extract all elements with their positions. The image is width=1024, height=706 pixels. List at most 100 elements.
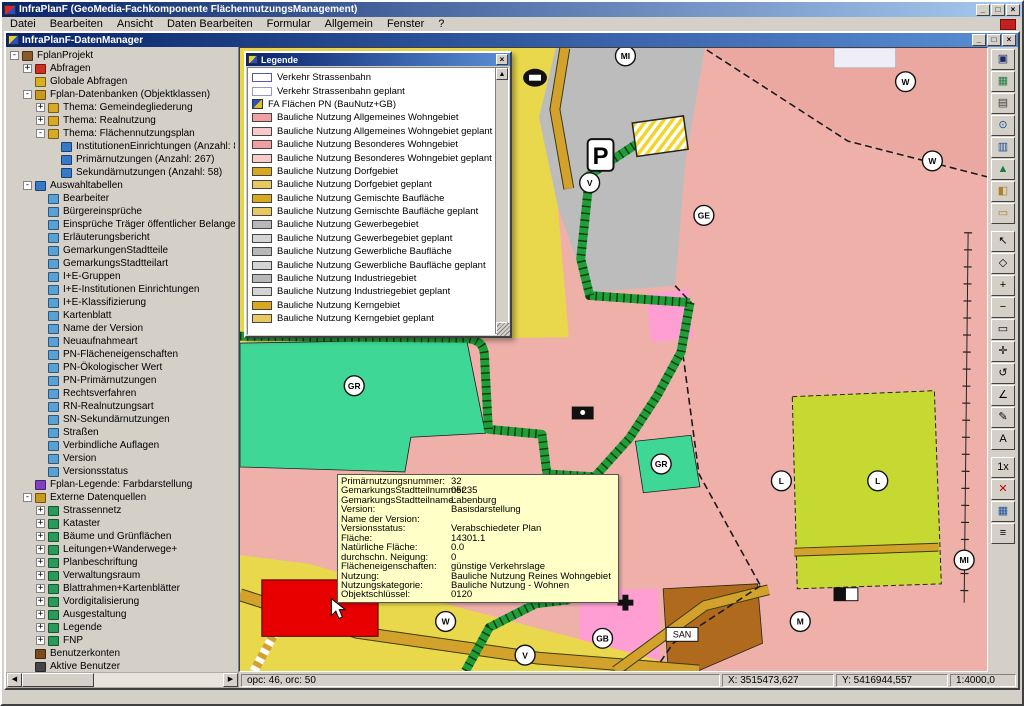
expand-icon[interactable]: + — [36, 103, 45, 112]
grid-icon[interactable]: ▦ — [991, 501, 1015, 522]
menu-item[interactable]: Allgemein — [318, 18, 380, 30]
tree-item[interactable]: +Benutzerkonten — [8, 647, 235, 660]
legend-entry[interactable]: Bauliche Nutzung Industriegebiet — [252, 272, 493, 285]
tree-item[interactable]: +Einsprüche Träger öffentlicher Belange — [8, 218, 235, 231]
tree-item[interactable]: +Rechtsverfahren — [8, 387, 235, 400]
tree-item[interactable]: +PN-Flächeneigenschaften — [8, 348, 235, 361]
expand-icon[interactable]: + — [36, 571, 45, 580]
select-arrow-icon[interactable]: ↖ — [991, 231, 1015, 252]
tree-item[interactable]: +I+E-Institutionen Einrichtungen — [8, 283, 235, 296]
expand-icon[interactable]: + — [36, 545, 45, 554]
legend-entry[interactable]: Bauliche Nutzung Gewerbliche Baufläche g… — [252, 258, 493, 271]
expand-icon[interactable]: + — [36, 558, 45, 567]
collapse-icon[interactable]: - — [10, 51, 19, 60]
menu-item[interactable]: Bearbeiten — [43, 18, 110, 30]
tree-item[interactable]: +Vordigitalisierung — [8, 595, 235, 608]
tree-item[interactable]: +Strassennetz — [8, 504, 235, 517]
tree-item[interactable]: +Verwaltungsraum — [8, 569, 235, 582]
tree-item[interactable]: +Thema: Gemeindegliederung — [8, 101, 235, 114]
tree-item[interactable]: +Blattrahmen+Kartenblätter — [8, 582, 235, 595]
scrollbar-thumb[interactable] — [22, 673, 94, 687]
legend-entry[interactable]: Bauliche Nutzung Industriegebiet geplant — [252, 285, 493, 298]
tree-item[interactable]: -Auswahltabellen — [8, 179, 235, 192]
tree-item[interactable]: +Erläuterungsbericht — [8, 231, 235, 244]
legend-entry[interactable]: Verkehr Strassenbahn — [252, 71, 493, 84]
tree-item[interactable]: +RN-Realnutzungsart — [8, 400, 235, 413]
tree-item[interactable]: +InstitutionenEinrichtungen (Anzahl: 84) — [8, 140, 235, 153]
collapse-icon[interactable]: - — [23, 181, 32, 190]
legend-title-bar[interactable]: Legende × — [246, 53, 510, 66]
legend-entry[interactable]: Bauliche Nutzung Gewerbliche Baufläche — [252, 245, 493, 258]
expand-icon[interactable]: + — [36, 597, 45, 606]
tree-item[interactable]: +Neuaufnahmeart — [8, 335, 235, 348]
tree-item[interactable]: +Fplan-Legende: Farbdarstellung — [8, 478, 235, 491]
tree-item[interactable]: +Name der Version — [8, 322, 235, 335]
menu-item[interactable]: Ansicht — [110, 18, 160, 30]
refresh-icon[interactable]: ↺ — [991, 363, 1015, 384]
label-icon[interactable]: A — [991, 429, 1015, 450]
legend-entry[interactable]: Bauliche Nutzung Gewerbegebiet geplant — [252, 232, 493, 245]
menu-item[interactable]: Fenster — [380, 18, 431, 30]
table-window-icon[interactable]: ▥ — [991, 137, 1015, 158]
tree-horizontal-scrollbar[interactable]: ◀ ▶ — [6, 672, 239, 688]
tree-item[interactable]: +Aktive Benutzer — [8, 660, 235, 672]
tree-item[interactable]: +PN-Primärnutzungen — [8, 374, 235, 387]
expand-icon[interactable]: + — [23, 64, 32, 73]
select-area-icon[interactable]: ◇ — [991, 253, 1015, 274]
legend-entry[interactable]: Bauliche Nutzung Dorfgebiet — [252, 165, 493, 178]
tree-item[interactable]: +Globale Abfragen — [8, 75, 235, 88]
edit-icon[interactable]: ✎ — [991, 407, 1015, 428]
tree-item[interactable]: +Version — [8, 452, 235, 465]
resize-grip[interactable] — [497, 323, 510, 336]
tree-item[interactable]: -Externe Datenquellen — [8, 491, 235, 504]
tree-item[interactable]: +Versionsstatus — [8, 465, 235, 478]
collapse-icon[interactable]: - — [36, 129, 45, 138]
tree-item[interactable]: -FplanProjekt — [8, 49, 235, 62]
chart-icon[interactable]: ▲ — [991, 159, 1015, 180]
palette-icon[interactable]: ◧ — [991, 181, 1015, 202]
tree-item[interactable]: +Thema: Realnutzung — [8, 114, 235, 127]
zoom-out-icon[interactable]: − — [991, 297, 1015, 318]
expand-icon[interactable]: + — [36, 584, 45, 593]
tree-item[interactable]: -Thema: Flächennutzungsplan — [8, 127, 235, 140]
scrollbar-track[interactable] — [94, 673, 223, 687]
legend-entry[interactable]: Bauliche Nutzung Gewerbegebiet — [252, 218, 493, 231]
legend-entry[interactable]: Bauliche Nutzung Allgemeines Wohngebiet — [252, 111, 493, 124]
expand-icon[interactable]: + — [36, 532, 45, 541]
tree-item[interactable]: +Verbindliche Auflagen — [8, 439, 235, 452]
menu-item[interactable]: Datei — [3, 18, 43, 30]
legend-entry[interactable]: FA Flächen PN (BauNutz+GB) — [252, 98, 493, 111]
title-bar[interactable]: InfraPlanF (GeoMedia-Fachkomponente Fläc… — [2, 2, 1022, 17]
tree-item[interactable]: +Bearbeiter — [8, 192, 235, 205]
scroll-left-icon[interactable]: ◀ — [7, 673, 22, 687]
restore-icon[interactable]: □ — [987, 34, 1001, 46]
tree-item[interactable]: +PN-Ökologischer Wert — [8, 361, 235, 374]
menu-item[interactable]: Formular — [260, 18, 318, 30]
datamanager-title-bar[interactable]: InfraPlanF-DatenManager _ □ × — [6, 33, 1018, 47]
measure-icon[interactable]: ∠ — [991, 385, 1015, 406]
close-icon[interactable]: × — [1006, 4, 1020, 16]
scroll-right-icon[interactable]: ▶ — [223, 673, 238, 687]
tree-item[interactable]: +Bürgereinsprüche — [8, 205, 235, 218]
legend-entry[interactable]: Bauliche Nutzung Gemischte Baufläche — [252, 192, 493, 205]
tree-item[interactable]: +GemarkungenStadtteile — [8, 244, 235, 257]
tree-item[interactable]: +Abfragen — [8, 62, 235, 75]
zoom-in-icon[interactable]: + — [991, 275, 1015, 296]
legend-entry[interactable]: Bauliche Nutzung Kerngebiet — [252, 299, 493, 312]
map-view[interactable]: P SAN — [239, 47, 988, 672]
minimize-icon[interactable]: _ — [976, 4, 990, 16]
tree-item[interactable]: +Planbeschriftung — [8, 556, 235, 569]
collapse-icon[interactable]: - — [23, 90, 32, 99]
tree-item[interactable]: +Kataster — [8, 517, 235, 530]
scale-1x-icon[interactable]: 1x — [991, 457, 1015, 478]
folder-icon[interactable]: ▭ — [991, 203, 1015, 224]
legend-entry[interactable]: Bauliche Nutzung Allgemeines Wohngebiet … — [252, 125, 493, 138]
window-icon[interactable]: ▣ — [991, 49, 1015, 70]
legend-entry[interactable]: Bauliche Nutzung Gemischte Baufläche gep… — [252, 205, 493, 218]
tree-item[interactable]: -Fplan-Datenbanken (Objektklassen) — [8, 88, 235, 101]
menu-item[interactable]: ? — [431, 18, 451, 30]
expand-icon[interactable]: + — [36, 636, 45, 645]
tree-item[interactable]: +SN-Sekundärnutzungen — [8, 413, 235, 426]
close-icon[interactable]: × — [496, 54, 508, 65]
legend-scrollbar[interactable]: ▲ ▼ — [495, 68, 508, 334]
